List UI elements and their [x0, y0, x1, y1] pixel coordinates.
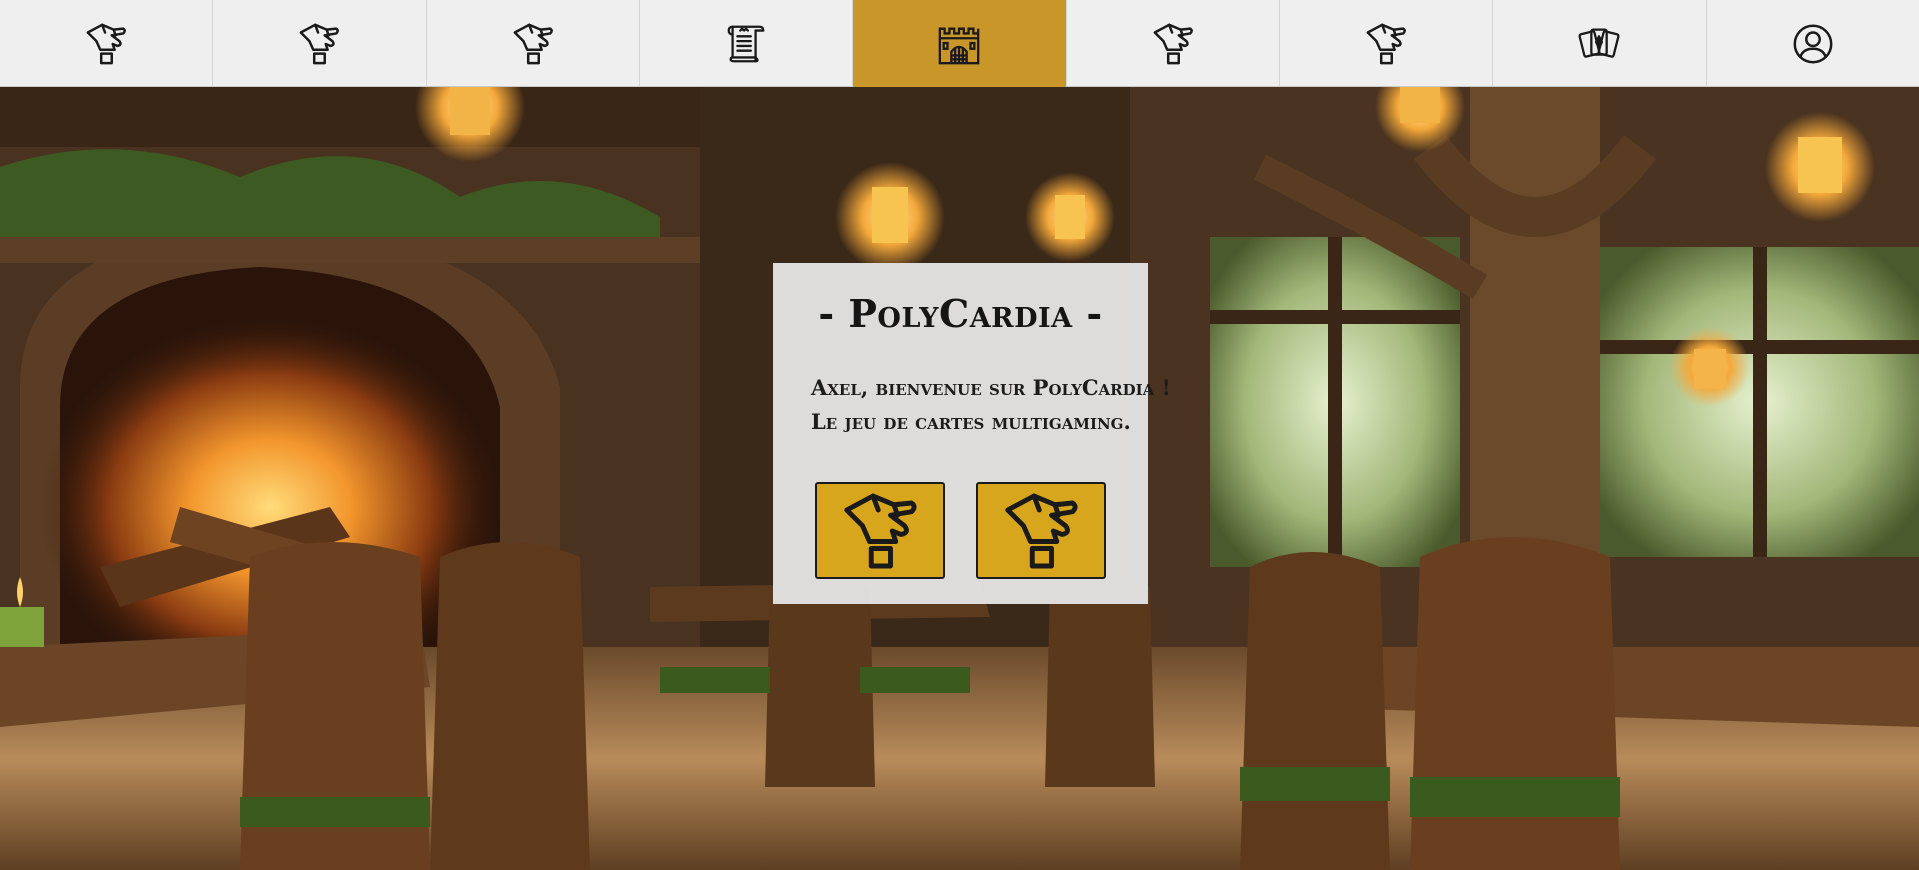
tagline: Le jeu de cartes multigaming. — [811, 409, 1131, 434]
nav-item-rules[interactable] — [640, 0, 854, 87]
play-game-button-2[interactable] — [976, 482, 1106, 579]
card-hand-icon — [300, 23, 340, 64]
card-hand-icon — [1153, 23, 1193, 64]
play-game-button-1[interactable] — [815, 482, 945, 579]
app-title: - PolyCardia - — [818, 291, 1103, 336]
nav-item-home[interactable] — [853, 0, 1067, 87]
nav-item-game-1[interactable] — [0, 0, 214, 87]
nav-item-profile[interactable] — [1707, 0, 1919, 87]
card-hand-icon — [1005, 493, 1078, 568]
nav-item-game-3[interactable] — [427, 0, 640, 87]
nav-item-cards[interactable] — [1493, 0, 1707, 87]
welcome-message: Axel, bienvenue sur PolyCardia ! — [811, 375, 1171, 400]
nav-item-game-2[interactable] — [213, 0, 427, 87]
user-profile-icon — [1793, 24, 1833, 63]
welcome-card: - PolyCardia - Axel, bienvenue sur PolyC… — [773, 263, 1171, 604]
top-navigation — [0, 0, 1919, 87]
castle-icon — [939, 27, 980, 64]
nav-item-game-4[interactable] — [1067, 0, 1280, 87]
card-hand-icon — [1366, 23, 1407, 64]
scroll-icon — [727, 25, 765, 62]
card-hand-icon — [844, 493, 917, 568]
card-hand-icon — [513, 23, 553, 64]
card-hand-icon — [86, 23, 127, 64]
cards-deck-icon — [1578, 27, 1621, 58]
nav-item-game-5[interactable] — [1280, 0, 1494, 87]
